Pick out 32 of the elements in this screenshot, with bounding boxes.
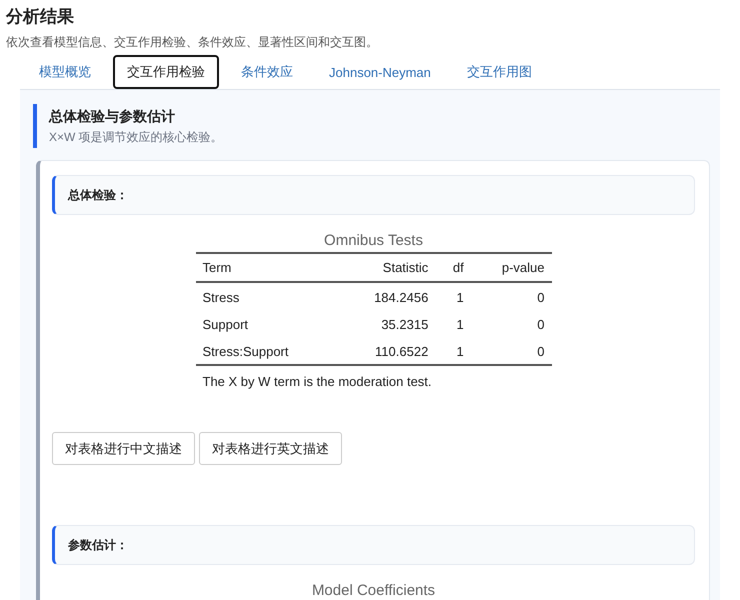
section-title: 总体检验与参数估计 (49, 107, 176, 126)
table-cell: 110.6522 (338, 337, 436, 365)
table-caption: Model Coefficients (312, 582, 436, 599)
table-caption: Omnibus Tests (324, 232, 423, 249)
subsection-title: 总体检验： (68, 186, 128, 204)
column-header: p-value (470, 253, 552, 282)
table-cell: 0 (470, 282, 552, 310)
table-cell: 1 (435, 282, 471, 310)
table-cell-text: Support (202, 316, 250, 334)
table-cell: 184.2456 (338, 282, 436, 310)
page-title: 分析结果 (6, 6, 75, 28)
describe-button[interactable]: 对表格进行中文描述 (52, 432, 195, 465)
table-cell: 0 (470, 337, 552, 365)
tab[interactable]: 交互作用图 (452, 55, 546, 89)
table-cell: Stress:Support (196, 337, 338, 365)
tab[interactable]: 模型概览 (25, 55, 105, 89)
table-cell-text: 0 (536, 316, 546, 334)
tab[interactable]: 交互作用检验 (113, 55, 219, 89)
column-header: df (435, 253, 471, 282)
column-header: Statistic (338, 253, 436, 282)
subsection-title: 参数估计： (68, 536, 128, 554)
table-cell: 1 (435, 337, 471, 365)
column-header: Term (196, 253, 338, 282)
table-cell-text: 35.2315 (380, 316, 430, 334)
tab[interactable]: Johnson-Neyman (315, 55, 445, 89)
section-subtitle: X×W 项是调节效应的核心检验。 (49, 129, 224, 146)
tab[interactable]: 条件效应 (227, 55, 307, 89)
describe-button[interactable]: 对表格进行英文描述 (199, 432, 342, 465)
table-note: The X by W term is the moderation test. (202, 373, 433, 391)
table-cell: Stress (196, 282, 338, 310)
table-cell-text: 1 (455, 316, 465, 334)
page-subtitle: 依次查看模型信息、交互作用检验、条件效应、显著性区间和交互图。 (6, 34, 379, 50)
